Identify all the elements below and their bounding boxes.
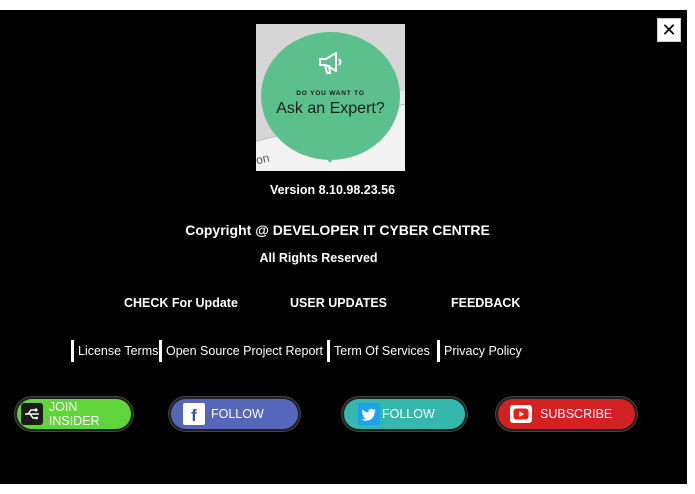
- youtube-icon: [510, 405, 532, 423]
- about-dialog: ✕ on DO YOU WANT TO Ask an Expert? Versi…: [0, 10, 687, 484]
- link-label: Privacy Policy: [444, 344, 522, 358]
- link-label: Open Source Project Report: [166, 344, 324, 358]
- link-divider: [327, 340, 330, 362]
- open-source-report-link[interactable]: Open Source Project Report: [159, 340, 323, 362]
- feedback-button[interactable]: FEEDBACK: [451, 296, 520, 310]
- link-label: Term Of Services: [334, 344, 430, 358]
- license-terms-link[interactable]: License Terms: [71, 340, 158, 362]
- banner-kicker: DO YOU WANT TO: [296, 90, 365, 97]
- window-top-edge: [0, 0, 695, 10]
- link-divider: [437, 340, 440, 362]
- youtube-subscribe-button[interactable]: SUBSCRIBE: [498, 399, 635, 429]
- check-update-button[interactable]: CHECK For Update: [124, 296, 238, 310]
- term-of-services-link[interactable]: Term Of Services: [327, 340, 430, 362]
- copyright-text: Copyright @ DEVELOPER IT CYBER CENTRE: [185, 222, 490, 238]
- close-icon: ✕: [661, 20, 677, 40]
- banner-headline: Ask an Expert?: [276, 100, 385, 117]
- twitter-follow-button[interactable]: FOLLOW: [344, 399, 465, 429]
- twitter-follow-label: FOLLOW: [382, 407, 435, 421]
- twitter-icon: [358, 403, 380, 425]
- facebook-follow-button[interactable]: f FOLLOW: [171, 399, 298, 429]
- join-insider-label: JOIN INSIDER: [48, 400, 100, 428]
- link-divider: [71, 340, 74, 362]
- megaphone-icon: [319, 52, 342, 74]
- rights-text: All Rights Reserved: [259, 251, 378, 265]
- version-text: Version 8.10.98.23.56: [269, 183, 396, 197]
- close-button[interactable]: ✕: [657, 18, 681, 42]
- youtube-subscribe-label: SUBSCRIBE: [540, 407, 613, 421]
- link-divider: [159, 340, 162, 362]
- link-label: License Terms: [78, 344, 159, 358]
- user-updates-button[interactable]: USER UPDATES: [290, 296, 387, 310]
- ask-expert-banner[interactable]: on DO YOU WANT TO Ask an Expert?: [256, 24, 405, 171]
- usb-icon: [21, 403, 43, 425]
- facebook-follow-label: FOLLOW: [211, 407, 264, 421]
- facebook-icon: f: [183, 403, 205, 425]
- join-insider-button[interactable]: JOIN INSIDER: [17, 399, 131, 429]
- privacy-policy-link[interactable]: Privacy Policy: [437, 340, 522, 362]
